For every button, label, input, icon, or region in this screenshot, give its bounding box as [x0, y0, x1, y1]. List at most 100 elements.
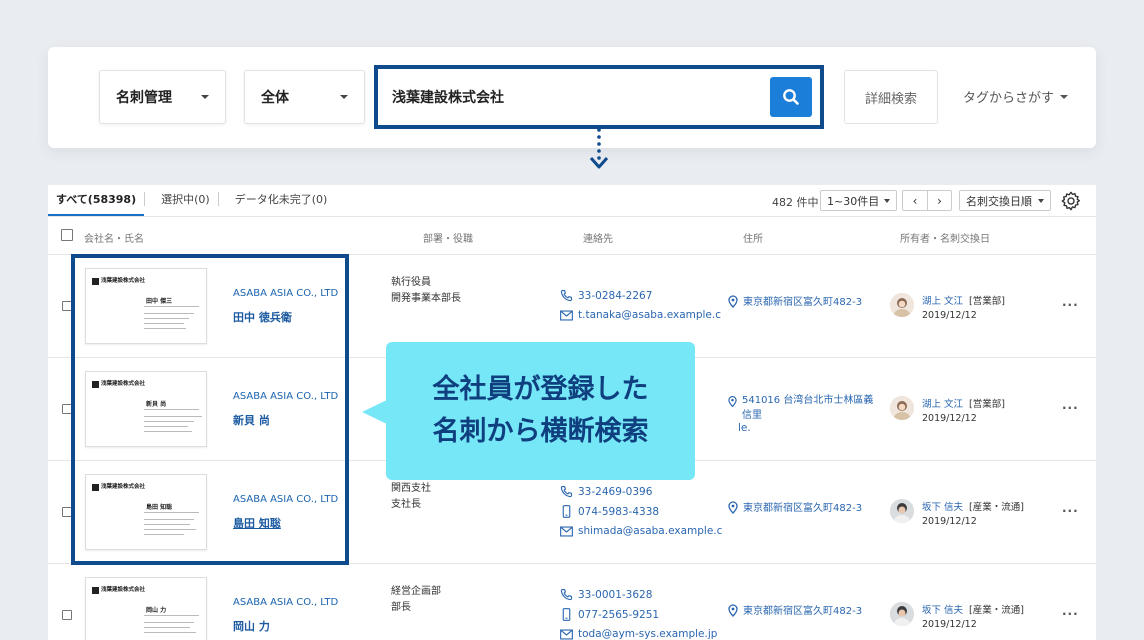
chevron-down-icon: [884, 198, 891, 203]
business-card-thumbnail[interactable]: 浅葉建設株式会社 岡山 力: [85, 577, 207, 640]
more-options-icon[interactable]: ···: [1062, 401, 1079, 415]
tab-incomplete[interactable]: データ化未完了(0): [219, 185, 336, 217]
person-name[interactable]: 岡山 力: [233, 618, 270, 634]
tab-all[interactable]: すべて(58398): [48, 185, 145, 217]
exchange-date: 2019/12/12: [922, 310, 977, 321]
owner-info[interactable]: 湖上 文江 [営業部]: [922, 396, 1005, 410]
map-pin-icon: [728, 604, 738, 617]
exchange-date: 2019/12/12: [922, 413, 977, 424]
more-options-icon[interactable]: ···: [1062, 298, 1079, 312]
owner-name: 湖上 文江: [922, 399, 964, 410]
page-range-label: 1~30件目: [827, 194, 880, 208]
more-options-icon[interactable]: ···: [1062, 504, 1079, 518]
mobile-phone-icon: [562, 505, 571, 518]
chevron-down-icon: [340, 95, 348, 99]
person-avatar-icon: [890, 293, 914, 317]
scope-dropdown[interactable]: 全体: [244, 70, 365, 124]
phone-link[interactable]: 33-0284-2267: [560, 289, 652, 302]
callout-bubble: 全社員が登録した 名刺から横断検索: [386, 342, 695, 480]
card-text-line: [144, 622, 194, 623]
phone-icon: [560, 588, 573, 601]
address-link[interactable]: 541016 台湾台北市士林區義信里: [728, 393, 878, 423]
dept-line: 関西支社: [391, 483, 431, 494]
chevron-down-icon: [1038, 198, 1044, 203]
person-avatar-icon: [890, 396, 914, 420]
category-dropdown[interactable]: 名刺管理: [99, 70, 226, 124]
search-button[interactable]: [770, 77, 812, 117]
sort-label: 名刺交換日順: [966, 194, 1032, 208]
email-link[interactable]: toda@aym-sys.example.jp: [560, 628, 717, 640]
title-line: 開発事業本部長: [391, 293, 461, 304]
mobile-link[interactable]: 077-2565-9251: [560, 608, 659, 621]
phone-number: 33-2469-0396: [578, 485, 653, 498]
address-text: 東京都新宿区富久町482-3: [743, 503, 863, 514]
email-link[interactable]: le.: [738, 422, 751, 434]
table-header: 会社名・氏名 部署・役職 連絡先 住所 所有者・名刺交換日: [48, 217, 1096, 255]
mail-icon: [560, 628, 573, 640]
email-link[interactable]: shimada@asaba.example.c: [560, 525, 722, 537]
detail-search-button[interactable]: 詳細検索: [844, 70, 938, 124]
email-link[interactable]: t.tanaka@asaba.example.c: [560, 309, 721, 321]
owner-dept: [営業部]: [969, 296, 1005, 307]
card-text-line: [144, 615, 199, 616]
person-avatar-icon: [890, 602, 914, 626]
next-page-button[interactable]: ›: [927, 191, 951, 210]
tab-selected[interactable]: 選択中(0): [145, 185, 218, 217]
phone-icon: [560, 485, 573, 498]
address-link[interactable]: 東京都新宿区富久町482-3: [728, 604, 878, 619]
search-field-highlight: 浅葉建設株式会社: [374, 65, 824, 129]
search-input[interactable]: 浅葉建設株式会社: [378, 69, 820, 125]
map-pin-icon: [728, 295, 738, 308]
more-options-icon[interactable]: ···: [1062, 607, 1079, 621]
phone-number: 33-0001-3628: [578, 588, 653, 601]
search-icon: [783, 89, 799, 105]
phone-link[interactable]: 33-2469-0396: [560, 485, 652, 498]
owner-dept: [営業部]: [969, 399, 1005, 410]
owner-info[interactable]: 坂下 信夫 [産業・流通]: [922, 602, 1024, 616]
mail-icon: [560, 525, 573, 537]
owner-dept: [産業・流通]: [969, 605, 1024, 616]
header-contact: 連絡先: [583, 234, 613, 245]
mobile-number: 074-5983-4338: [578, 505, 660, 518]
company-name[interactable]: ASABA ASIA CO., LTD: [233, 597, 338, 608]
address-text: 東京都新宿区富久町482-3: [743, 297, 863, 308]
email-address: shimada@asaba.example.c: [578, 525, 723, 537]
mobile-link[interactable]: 074-5983-4338: [560, 505, 659, 518]
search-bar: 名刺管理 全体 浅葉建設株式会社 詳細検索 タグからさがす: [48, 47, 1096, 148]
result-count: 482 件中: [772, 196, 819, 209]
dept-line: 執行役員: [391, 277, 431, 288]
address-link[interactable]: 東京都新宿区富久町482-3: [728, 501, 878, 516]
card-highlight-frame: [71, 254, 349, 565]
header-address: 住所: [743, 234, 763, 245]
address-link[interactable]: 東京都新宿区富久町482-3: [728, 295, 878, 310]
callout-tail: [362, 400, 387, 424]
exchange-date: 2019/12/12: [922, 619, 977, 630]
email-address: t.tanaka@asaba.example.c: [578, 309, 722, 321]
select-all-checkbox[interactable]: [61, 229, 73, 241]
person-avatar-icon: [890, 499, 914, 523]
owner-dept: [産業・流通]: [969, 502, 1024, 513]
gear-icon[interactable]: [1060, 190, 1082, 212]
chevron-down-icon: [1060, 94, 1069, 99]
owner-name: 坂下 信夫: [922, 502, 964, 513]
phone-number: 33-0284-2267: [578, 289, 653, 302]
tag-search-dropdown[interactable]: タグからさがす: [963, 87, 1069, 106]
owner-info[interactable]: 坂下 信夫 [産業・流通]: [922, 499, 1024, 513]
table-row[interactable]: 浅葉建設株式会社 岡山 力 ASABA ASIA CO., LTD 岡山 力 経…: [48, 564, 1096, 640]
header-dept: 部署・役職: [423, 234, 473, 245]
tag-search-label: タグからさがす: [963, 91, 1055, 106]
mail-icon: [560, 309, 573, 321]
email-address: le.: [738, 422, 751, 434]
phone-link[interactable]: 33-0001-3628: [560, 588, 652, 601]
row-checkbox[interactable]: [62, 610, 72, 620]
avatar: [890, 602, 914, 626]
card-company-name: 浅葉建設株式会社: [101, 587, 146, 593]
map-pin-icon: [728, 395, 737, 408]
owner-info[interactable]: 湖上 文江 [営業部]: [922, 293, 1005, 307]
dept-title: 執行役員 開発事業本部長: [391, 275, 461, 307]
company-logo-icon: [92, 587, 99, 594]
page-range-dropdown[interactable]: 1~30件目: [820, 190, 898, 211]
pagination-nav: ‹ ›: [902, 190, 952, 211]
prev-page-button[interactable]: ‹: [903, 191, 927, 210]
sort-dropdown[interactable]: 名刺交換日順: [959, 190, 1051, 211]
